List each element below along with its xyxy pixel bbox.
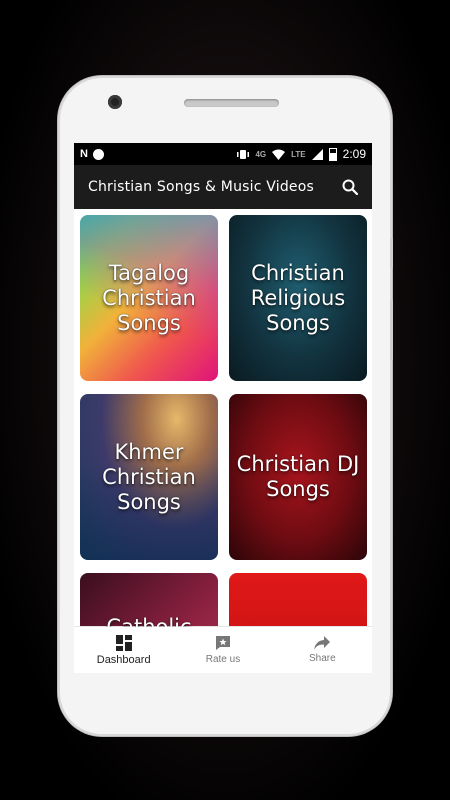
- nav-share[interactable]: Share: [273, 627, 372, 673]
- category-card-tagalog[interactable]: Tagalog Christian Songs: [80, 215, 218, 381]
- front-camera: [108, 95, 122, 109]
- nav-label: Dashboard: [96, 653, 151, 666]
- signal-icon: [311, 148, 323, 160]
- category-label: Catholic: [106, 615, 192, 627]
- nav-label: Rate us: [205, 654, 241, 665]
- nav-label: Share: [308, 653, 336, 664]
- nav-dashboard[interactable]: Dashboard: [74, 627, 173, 673]
- app-title: Christian Songs & Music Videos: [88, 179, 314, 195]
- wifi-icon: [272, 149, 286, 160]
- battery-icon: [328, 147, 337, 161]
- category-label: Tagalog Christian Songs: [102, 260, 196, 335]
- notification-icon: N: [80, 148, 88, 160]
- phone-power-button: [390, 238, 393, 268]
- lte-label: LTE: [291, 149, 306, 159]
- category-card-religious[interactable]: Christian Religious Songs: [229, 215, 367, 381]
- category-label: Khmer Christian Songs: [102, 439, 196, 514]
- category-card-catholic[interactable]: Catholic: [80, 573, 218, 627]
- category-label: Christian DJ Songs: [236, 452, 360, 501]
- earpiece-speaker: [184, 99, 279, 107]
- status-time: 2:09: [342, 147, 366, 161]
- nav-rate-us[interactable]: Rate us: [173, 627, 272, 673]
- category-label: Christian Religious Songs: [250, 260, 346, 335]
- search-button[interactable]: [338, 175, 362, 199]
- vibrate-icon: [237, 149, 250, 159]
- share-icon: [314, 636, 331, 650]
- search-icon: [342, 179, 358, 195]
- rate-us-icon: [215, 636, 230, 650]
- category-card-khmer[interactable]: Khmer Christian Songs: [80, 394, 218, 560]
- status-bar: N 4G LTE 2:09: [74, 143, 372, 165]
- dashboard-icon: [115, 634, 132, 651]
- network-type-label: 4G: [255, 149, 267, 159]
- category-card-dj[interactable]: Christian DJ Songs: [229, 394, 367, 560]
- app-toolbar: Christian Songs & Music Videos: [74, 165, 372, 209]
- whatsapp-icon: [92, 148, 104, 160]
- app-screen: N 4G LTE 2:09 Christian Songs & Music Vi…: [74, 143, 372, 673]
- category-card-red[interactable]: [229, 573, 367, 627]
- bottom-navigation: Dashboard Rate us Share: [74, 626, 372, 673]
- phone-volume-button: [390, 300, 393, 360]
- category-grid: Tagalog Christian Songs Christian Religi…: [74, 209, 372, 627]
